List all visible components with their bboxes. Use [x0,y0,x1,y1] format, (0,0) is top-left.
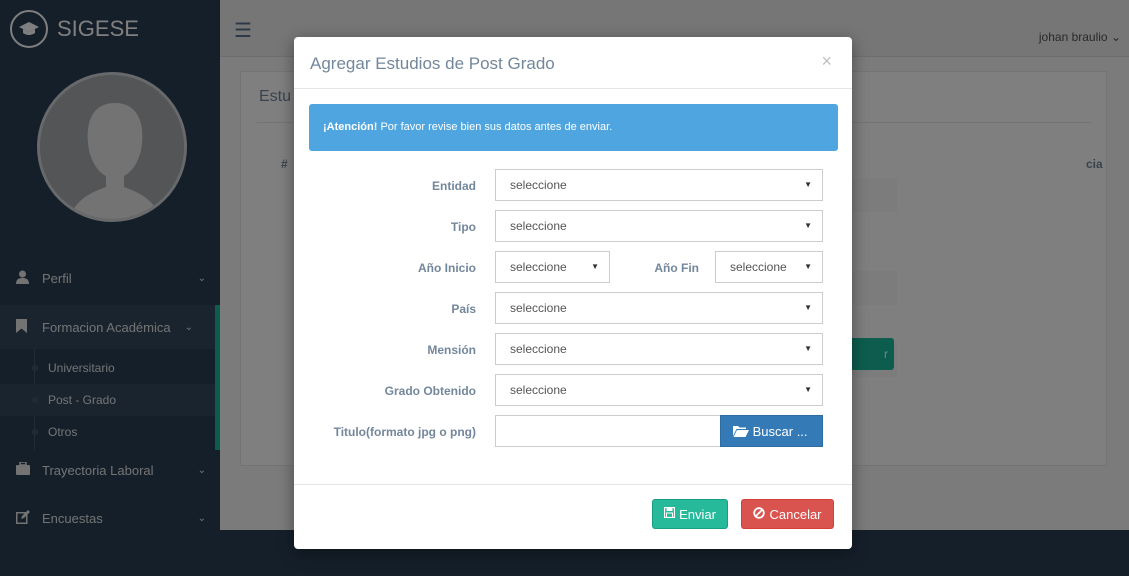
cancelar-button[interactable]: Cancelar [741,499,834,529]
mension-select[interactable]: seleccione ▼ [495,333,823,365]
add-postgrad-modal: Agregar Estudios de Post Grado × ¡Atenci… [294,37,852,549]
tipo-value: seleccione [510,219,567,233]
tipo-label: Tipo [450,220,476,234]
mension-label: Mensión [427,343,476,357]
titulo-label: Titulo(formato jpg o png) [333,425,476,439]
floppy-icon [663,506,676,521]
caret-down-icon: ▼ [804,221,812,230]
anio-fin-select[interactable]: seleccione ▼ [715,251,823,283]
buscar-button[interactable]: Buscar ... [720,415,823,447]
divider [294,484,852,485]
enviar-label: Enviar [679,506,716,522]
titulo-file-input[interactable] [495,415,721,447]
alert-title: ¡Atención! [323,121,378,133]
pais-select[interactable]: seleccione ▼ [495,292,823,324]
entidad-select[interactable]: seleccione ▼ [495,169,823,201]
tipo-select[interactable]: seleccione ▼ [495,210,823,242]
anio-fin-label: Año Fin [654,261,699,275]
cancelar-label: Cancelar [769,506,822,522]
attention-alert: ¡Atención! Por favor revise bien sus dat… [309,104,838,151]
anio-inicio-value: seleccione [510,260,567,274]
grado-value: seleccione [510,383,567,397]
entidad-label: Entidad [432,179,476,193]
close-icon[interactable]: × [821,51,832,72]
mension-value: seleccione [510,342,567,356]
anio-inicio-label: Año Inicio [418,261,476,275]
caret-down-icon: ▼ [804,385,812,394]
caret-down-icon: ▼ [804,344,812,353]
entidad-value: seleccione [510,178,567,192]
grado-select[interactable]: seleccione ▼ [495,374,823,406]
buscar-label: Buscar ... [752,424,808,439]
caret-down-icon: ▼ [804,180,812,189]
anio-inicio-select[interactable]: seleccione ▼ [495,251,610,283]
caret-down-icon: ▼ [804,303,812,312]
modal-title: Agregar Estudios de Post Grado [310,54,555,73]
alert-text: Por favor revise bien sus datos antes de… [377,121,613,133]
caret-down-icon: ▼ [804,262,812,271]
pais-label: País [451,302,476,316]
divider [294,88,852,89]
caret-down-icon: ▼ [591,262,599,271]
ban-icon [753,506,766,522]
folder-open-icon [733,424,753,439]
anio-fin-value: seleccione [730,260,787,274]
enviar-button[interactable]: Enviar [652,499,728,529]
grado-label: Grado Obtenido [384,384,476,398]
pais-value: seleccione [510,301,567,315]
